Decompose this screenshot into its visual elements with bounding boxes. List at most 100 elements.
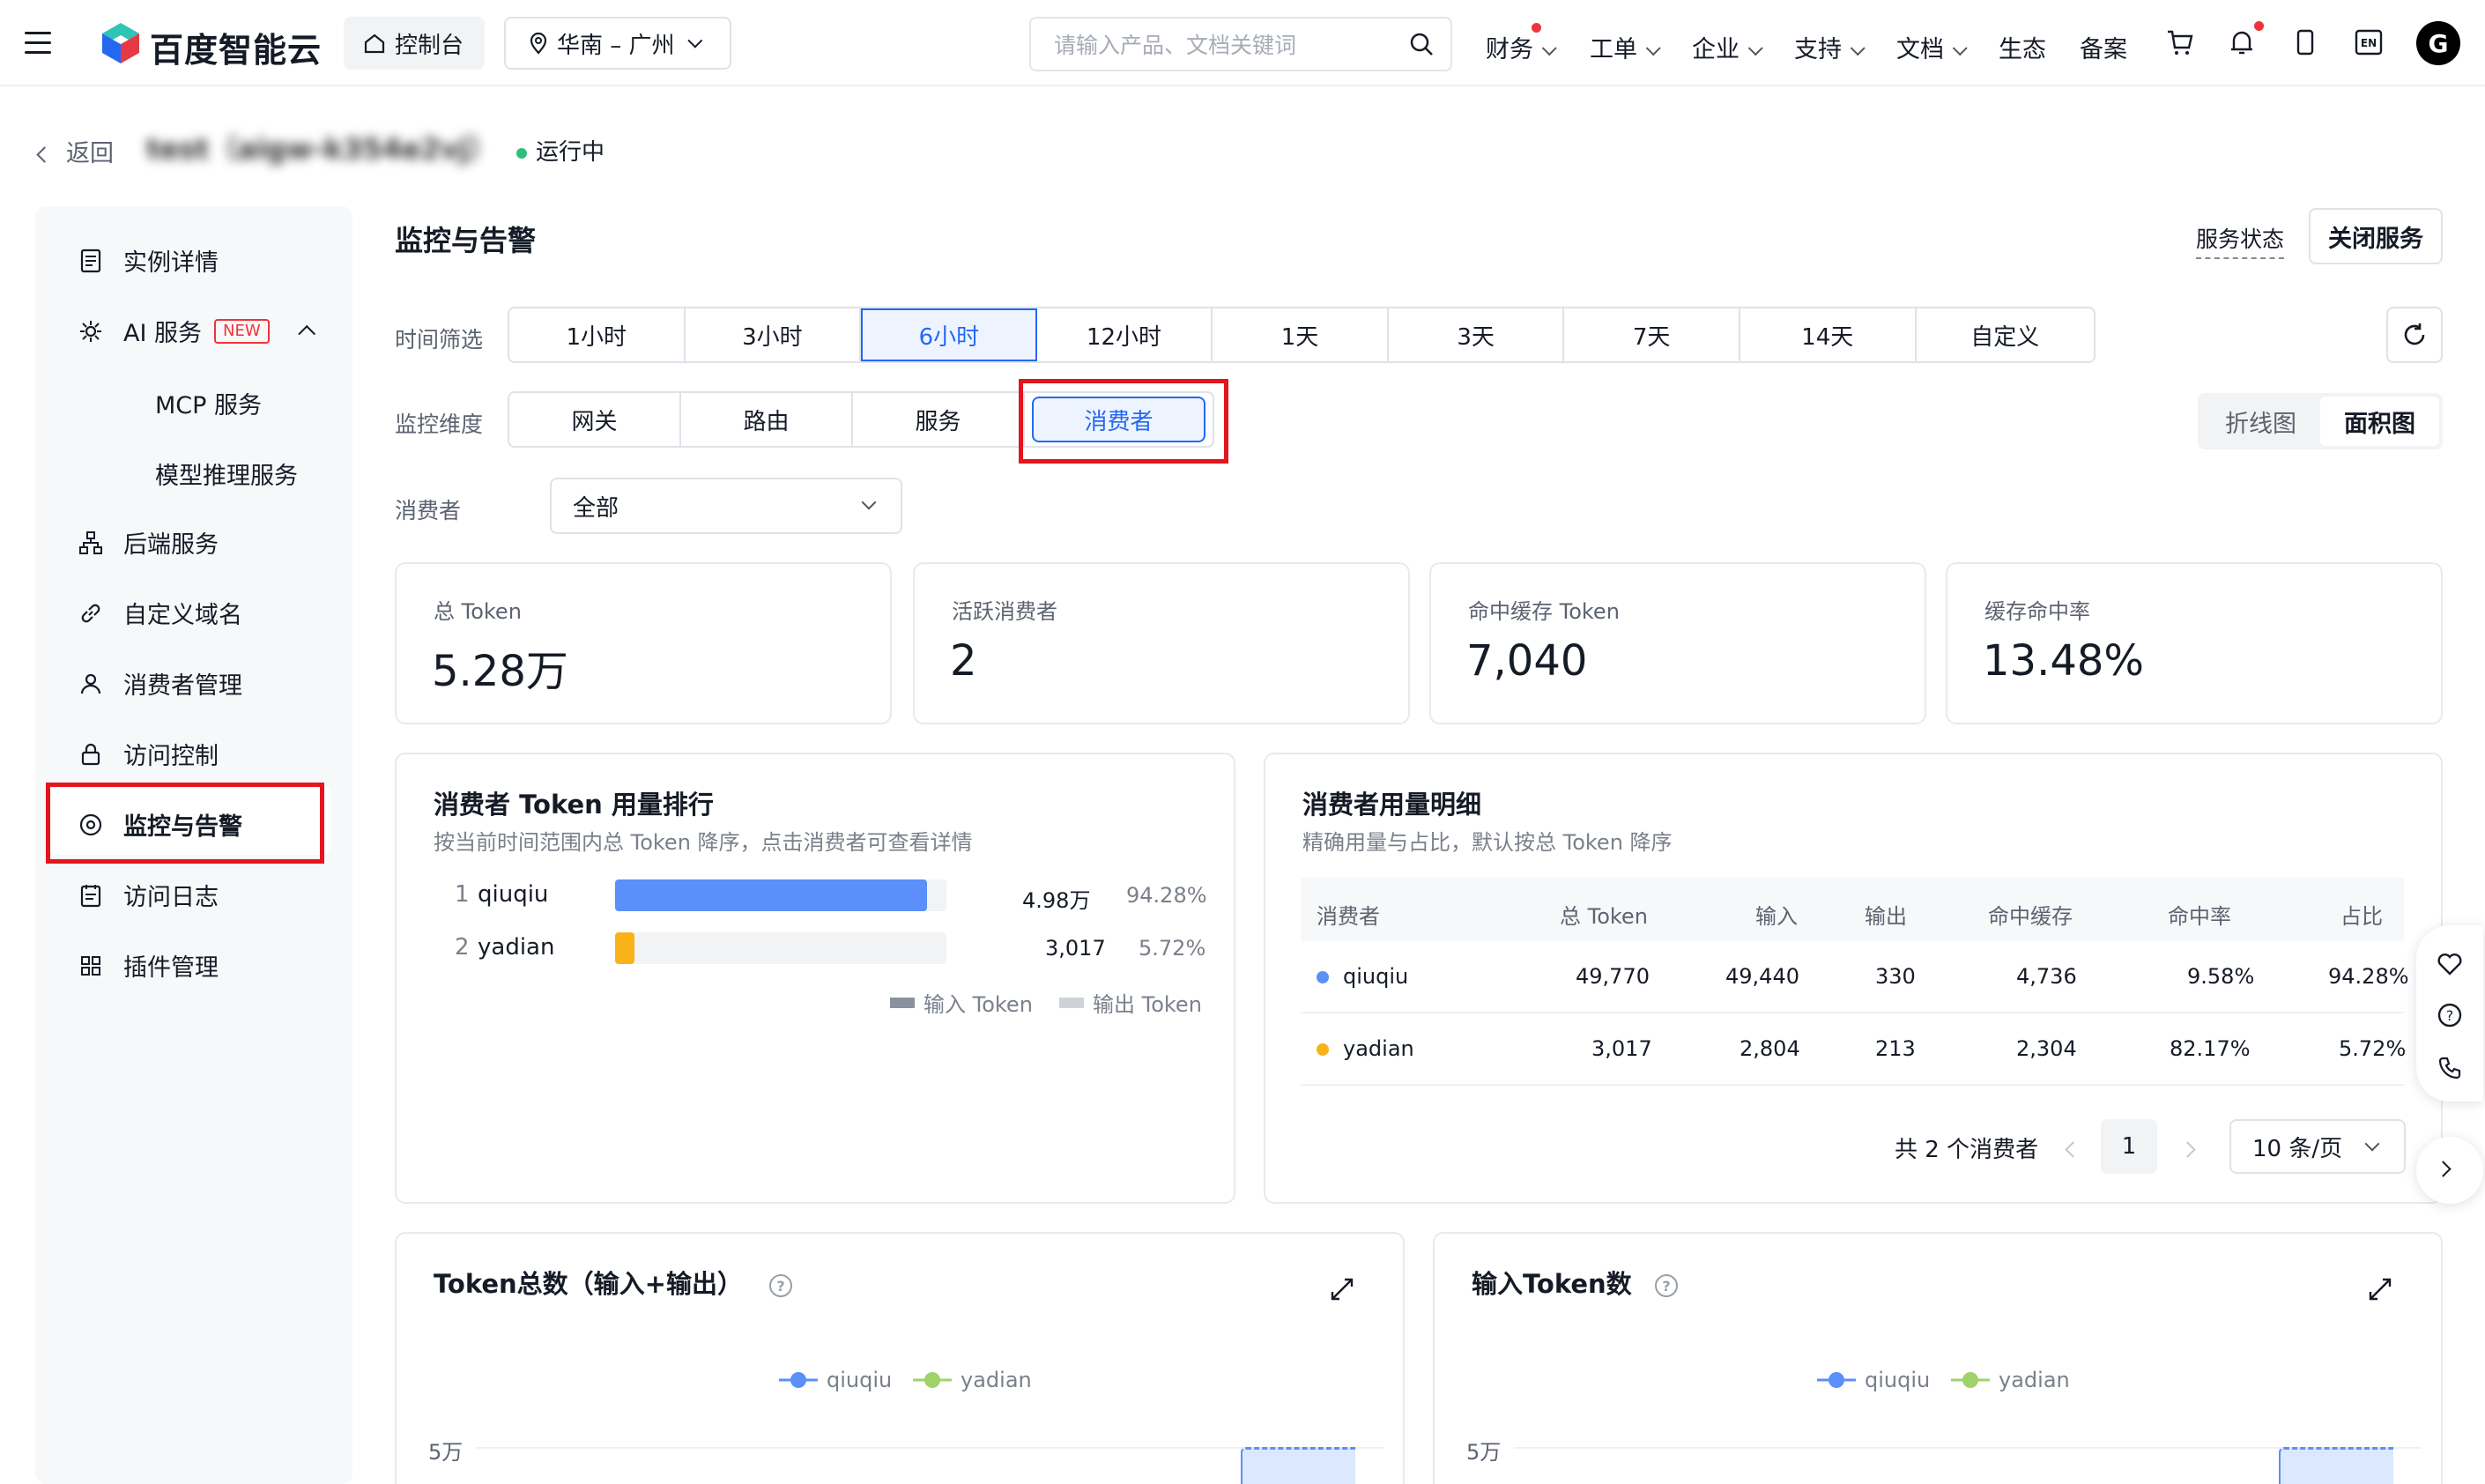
baidu-cloud-logo-icon[interactable] xyxy=(99,21,143,65)
cell-output: 213 xyxy=(1875,1036,1916,1061)
cell-share: 5.72% xyxy=(2339,1036,2407,1061)
chart-type-line[interactable]: 折线图 xyxy=(2201,397,2320,446)
time-option-3d[interactable]: 3天 xyxy=(1389,308,1565,361)
sidebar-item-instance-detail[interactable]: 实例详情 xyxy=(78,243,219,278)
chart-title: Token总数（输入+输出） ? xyxy=(434,1264,794,1301)
ranking-row-yadian[interactable]: 2 yadian 3,017 5.72% xyxy=(455,931,1205,966)
table-row[interactable]: yadian 3,017 2,804 213 2,304 82.17% 5.72… xyxy=(1301,1013,2407,1086)
chevron-left-icon xyxy=(36,146,53,163)
service-status-link[interactable]: 服务状态 xyxy=(2196,222,2285,259)
legend-marker xyxy=(1817,1372,1856,1388)
time-option-3h[interactable]: 3小时 xyxy=(686,308,862,361)
region-selector[interactable]: 华南 – 广州 xyxy=(504,17,731,70)
nav-docs[interactable]: 文档 xyxy=(1896,30,1968,64)
chart-title: 输入Token数 ? xyxy=(1472,1264,1680,1301)
sidebar-item-plugin-manage[interactable]: 插件管理 xyxy=(78,948,219,983)
legend-output-token: 输出 Token xyxy=(1059,987,1202,1018)
chevron-right-icon xyxy=(2435,1161,2452,1177)
nav-filing[interactable]: 备案 xyxy=(2080,30,2127,64)
nav-ecosystem[interactable]: 生态 xyxy=(1999,30,2046,64)
time-option-1h[interactable]: 1小时 xyxy=(509,308,686,361)
chevron-up-icon[interactable] xyxy=(297,324,315,343)
ranking-row-qiuqiu[interactable]: 1 qiuqiu 4.98万 94.28% xyxy=(455,878,1207,913)
time-option-12h[interactable]: 12小时 xyxy=(1037,308,1213,361)
avatar[interactable]: G xyxy=(2416,21,2460,65)
phone-icon[interactable] xyxy=(2436,1054,2464,1082)
sidebar-item-access-log[interactable]: 访问日志 xyxy=(78,878,219,912)
chart-type-area[interactable]: 面积图 xyxy=(2320,397,2439,446)
legend-swatch xyxy=(890,997,915,1008)
nav-enterprise[interactable]: 企业 xyxy=(1692,30,1763,64)
back-link[interactable]: 返回 xyxy=(36,134,114,168)
nav-ticket[interactable]: 工单 xyxy=(1590,30,1661,64)
time-option-custom[interactable]: 自定义 xyxy=(1917,308,2095,361)
dimension-route[interactable]: 路由 xyxy=(681,393,853,446)
dimension-service[interactable]: 服务 xyxy=(853,393,1025,446)
help-icon[interactable]: ? xyxy=(768,1273,794,1299)
y-tick-label: 5万 xyxy=(428,1440,464,1465)
nav-finance[interactable]: 财务 xyxy=(1486,30,1557,64)
location-icon xyxy=(530,32,547,55)
page-number[interactable]: 1 xyxy=(2101,1119,2157,1174)
rank-bar-track xyxy=(615,879,946,911)
svg-text:?: ? xyxy=(776,1278,784,1295)
refresh-button[interactable] xyxy=(2386,307,2443,363)
stat-card-cache-token: 命中缓存 Token 7,040 xyxy=(1429,562,1926,724)
sidebar-item-custom-domain[interactable]: 自定义域名 xyxy=(78,596,242,630)
search-input[interactable]: 请输入产品、文档关键词 xyxy=(1029,17,1452,71)
close-service-button[interactable]: 关闭服务 xyxy=(2309,208,2443,264)
mobile-icon[interactable] xyxy=(2289,26,2321,58)
page-size-select[interactable]: 10 条/页 xyxy=(2229,1119,2406,1174)
legend-qiuqiu[interactable]: qiuqiu xyxy=(779,1368,892,1392)
menu-icon[interactable] xyxy=(25,32,51,55)
en-icon[interactable]: EN xyxy=(2353,26,2385,58)
legend-yadian[interactable]: yadian xyxy=(913,1368,1032,1392)
nav-support[interactable]: 支持 xyxy=(1794,30,1866,64)
prev-page-icon[interactable] xyxy=(2065,1141,2081,1158)
expand-icon[interactable] xyxy=(2367,1276,2393,1302)
legend-swatch xyxy=(1059,997,1084,1008)
hierarchy-icon xyxy=(79,531,102,554)
consumer-select[interactable]: 全部 xyxy=(550,478,902,534)
detail-subtitle: 精确用量与占比，默认按总 Token 降序 xyxy=(1302,830,1673,855)
table-row[interactable]: qiuqiu 49,770 49,440 330 4,736 9.58% 94.… xyxy=(1301,941,2409,1013)
status-badge: 运行中 xyxy=(516,134,605,167)
legend-qiuqiu[interactable]: qiuqiu xyxy=(1817,1368,1930,1392)
annotation-highlight-sidebar xyxy=(46,783,324,864)
bell-icon[interactable] xyxy=(2226,26,2258,58)
stat-label: 缓存命中率 xyxy=(1984,599,2090,624)
svg-text:?: ? xyxy=(1662,1278,1670,1295)
time-option-1d[interactable]: 1天 xyxy=(1213,308,1389,361)
time-filter: 1小时 3小时 6小时 12小时 1天 3天 7天 14天 自定义 xyxy=(508,307,2096,363)
sidebar-item-access-control[interactable]: 访问控制 xyxy=(78,737,219,771)
ai-icon xyxy=(80,320,101,342)
next-page-icon[interactable] xyxy=(2179,1141,2196,1158)
sidebar-item-backend-service[interactable]: 后端服务 xyxy=(78,525,219,560)
time-option-14d[interactable]: 14天 xyxy=(1740,308,1917,361)
rank-percent: 94.28% xyxy=(1126,883,1207,908)
cart-icon[interactable] xyxy=(2164,26,2196,58)
sidebar-item-consumer-manage[interactable]: 消费者管理 xyxy=(78,666,242,701)
sidebar-item-mcp-service[interactable]: MCP 服务 xyxy=(155,386,262,420)
console-button[interactable]: 控制台 xyxy=(344,17,485,70)
user-icon xyxy=(80,673,101,694)
search-icon[interactable] xyxy=(1408,31,1435,57)
expand-icon[interactable] xyxy=(1329,1276,1355,1302)
detail-title: 消费者用量明细 xyxy=(1302,790,1482,820)
svg-text:EN: EN xyxy=(2361,37,2377,49)
help-icon[interactable]: ? xyxy=(1653,1273,1680,1299)
sidebar-item-ai-service[interactable]: AI 服务 NEW xyxy=(78,314,315,348)
legend-yadian[interactable]: yadian xyxy=(1951,1368,2070,1392)
rank-value: 3,017 xyxy=(1045,936,1106,961)
dimension-gateway[interactable]: 网关 xyxy=(509,393,681,446)
sidebar-item-model-inference[interactable]: 模型推理服务 xyxy=(155,456,298,491)
expand-toolbar-button[interactable] xyxy=(2416,1137,2483,1204)
ranking-subtitle: 按当前时间范围内总 Token 降序，点击消费者可查看详情 xyxy=(434,830,973,855)
time-option-6h[interactable]: 6小时 xyxy=(861,308,1037,361)
legend-marker xyxy=(1951,1372,1990,1388)
home-icon xyxy=(364,33,385,54)
cell-rate: 9.58% xyxy=(2187,964,2255,989)
heart-icon[interactable] xyxy=(2436,950,2464,978)
time-option-7d[interactable]: 7天 xyxy=(1564,308,1740,361)
help-circle-icon[interactable]: ? xyxy=(2436,1001,2464,1029)
